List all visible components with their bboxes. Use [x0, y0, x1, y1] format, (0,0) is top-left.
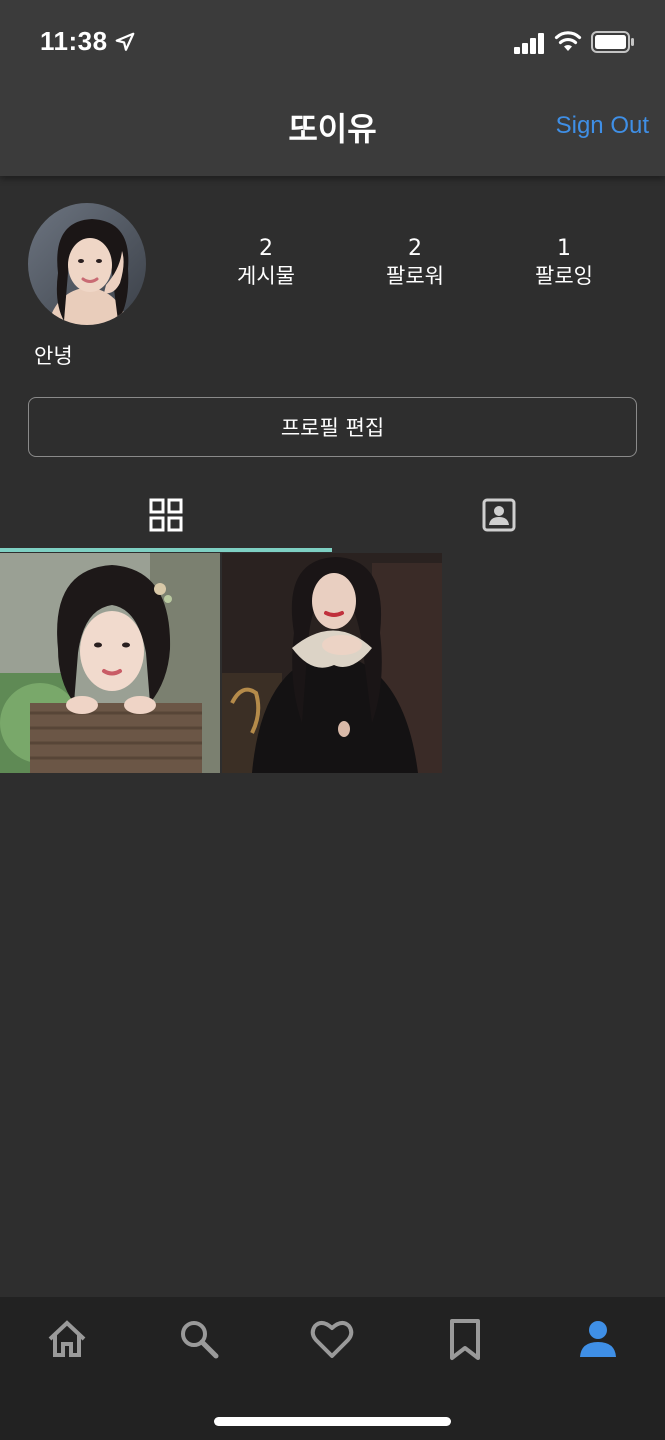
avatar-image — [28, 203, 146, 325]
tab-grid[interactable] — [0, 478, 332, 552]
nav-search[interactable] — [169, 1315, 229, 1363]
profile-screen: 11:38 또이유 Sign Out 2 게시물 2 팔로워 1 팔로잉 안녕 … — [0, 0, 665, 1440]
stat-posts[interactable]: 2 게시물 — [201, 236, 331, 290]
nav-home[interactable] — [37, 1315, 97, 1363]
nav-activity[interactable] — [302, 1315, 362, 1363]
stat-following-label: 팔로잉 — [535, 264, 593, 288]
stat-following[interactable]: 1 팔로잉 — [499, 236, 629, 290]
portrait-icon — [482, 498, 516, 532]
wifi-icon — [554, 31, 582, 51]
post-image — [0, 553, 220, 773]
sign-out-button[interactable]: Sign Out — [556, 112, 649, 140]
bookmark-icon — [450, 1319, 480, 1360]
stat-following-value: 1 — [557, 236, 571, 261]
cellular-signal-icon — [514, 33, 544, 54]
tab-tagged[interactable] — [333, 478, 665, 552]
stat-followers-value: 2 — [408, 236, 422, 261]
edit-profile-button[interactable]: 프로필 편집 — [28, 397, 637, 457]
home-icon — [48, 1320, 86, 1357]
person-icon — [580, 1321, 616, 1357]
top-bar: 11:38 또이유 Sign Out — [0, 0, 665, 176]
location-arrow-icon — [115, 32, 135, 51]
status-time: 11:38 — [40, 26, 108, 56]
nav-saved[interactable] — [435, 1315, 495, 1363]
search-icon — [181, 1321, 219, 1359]
grid-icon — [149, 498, 183, 532]
stat-posts-value: 2 — [259, 236, 273, 261]
stat-posts-label: 게시물 — [237, 264, 295, 288]
stat-followers[interactable]: 2 팔로워 — [350, 236, 480, 290]
post-thumbnail[interactable] — [222, 553, 442, 773]
battery-icon — [591, 31, 634, 53]
home-indicator[interactable] — [214, 1417, 451, 1426]
nav-profile[interactable] — [568, 1315, 628, 1363]
post-image — [222, 553, 442, 773]
profile-username: 안녕 — [34, 344, 73, 368]
profile-avatar[interactable] — [28, 203, 146, 325]
active-tab-indicator — [0, 548, 332, 552]
post-thumbnail[interactable] — [0, 553, 220, 773]
heart-icon — [310, 1321, 354, 1358]
stat-followers-label: 팔로워 — [386, 264, 444, 288]
